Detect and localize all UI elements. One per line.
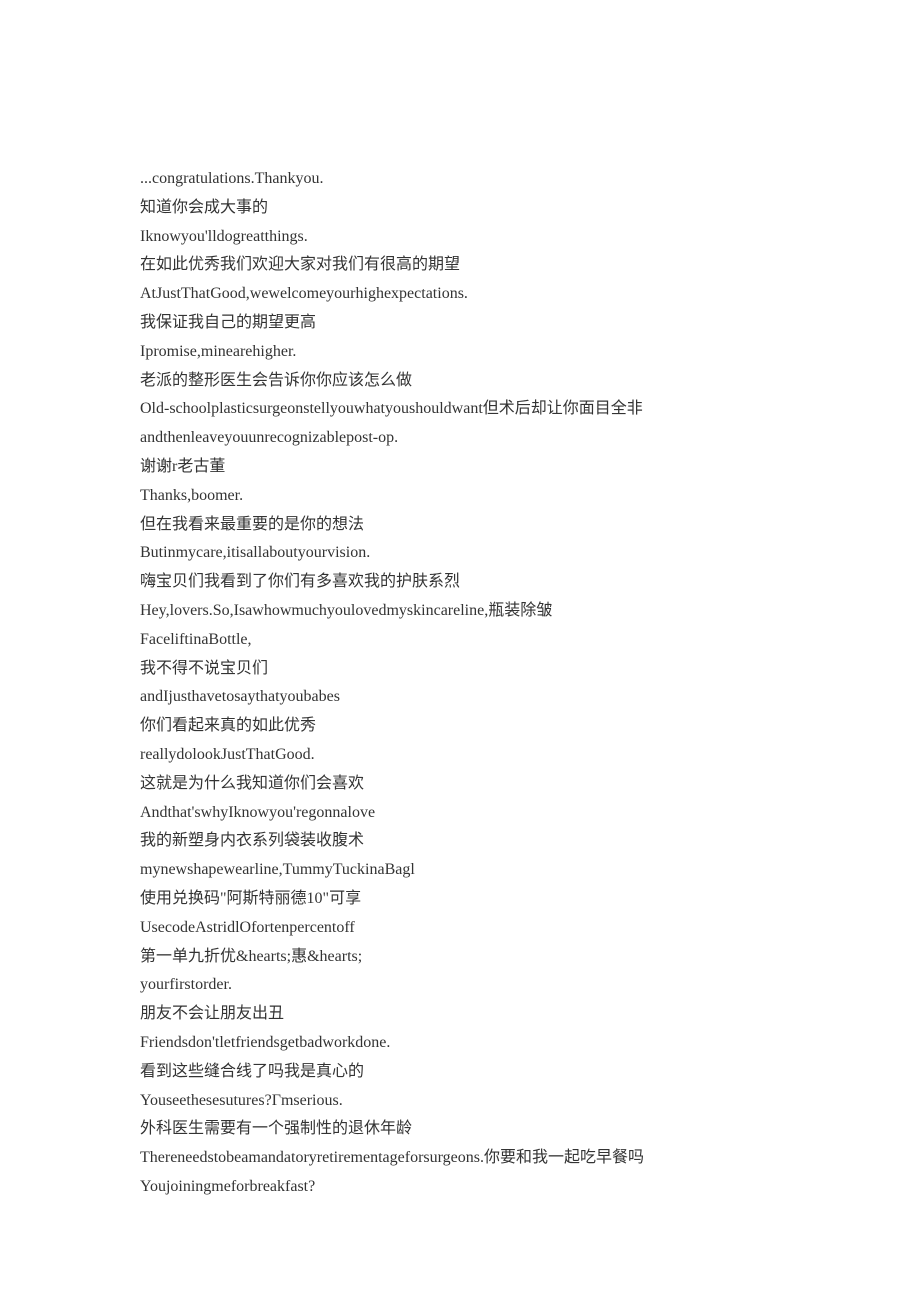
text-line: Ipromise,minearehigher. [140, 338, 780, 367]
text-line: UsecodeAstridlOfortenpercentoff [140, 914, 780, 943]
text-line: Old-schoolplasticsurgeonstellyouwhatyous… [140, 395, 780, 424]
text-line: AtJustThatGood,wewelcomeyourhighexpectat… [140, 280, 780, 309]
text-line: 我保证我自己的期望更高 [140, 309, 780, 338]
text-line: 我的新塑身内衣系列袋装收腹术 [140, 827, 780, 856]
text-line: FaceliftinaBottle, [140, 626, 780, 655]
text-line: Youseethesesutures?Гmserious. [140, 1087, 780, 1116]
text-line: 嗨宝贝们我看到了你们有多喜欢我的护肤系烈 [140, 568, 780, 597]
text-line: 你们看起来真的如此优秀 [140, 712, 780, 741]
text-line: Youjoiningmeforbreakfast? [140, 1173, 780, 1202]
text-line: 但在我看来最重要的是你的想法 [140, 511, 780, 540]
text-line: andthenleaveyouunrecognizablepost-op. [140, 424, 780, 453]
text-line: 这就是为什么我知道你们会喜欢 [140, 770, 780, 799]
text-line: mynewshapewearline,TummyTuckinaBagl [140, 856, 780, 885]
text-line: Butinmycare,itisallaboutyourvision. [140, 539, 780, 568]
text-line: 使用兑换码"阿斯特丽德10"可享 [140, 885, 780, 914]
text-line: 在如此优秀我们欢迎大家对我们有很高的期望 [140, 251, 780, 280]
text-line: andIjusthavetosaythatyoubabes [140, 683, 780, 712]
text-line: 知道你会成大事的 [140, 194, 780, 223]
text-line: 谢谢r老古董 [140, 453, 780, 482]
document-page: ...congratulations.Thankyou. 知道你会成大事的 Ik… [0, 0, 920, 1302]
text-line: 朋友不会让朋友出丑 [140, 1000, 780, 1029]
text-line: 我不得不说宝贝们 [140, 655, 780, 684]
text-line: reallydolookJustThatGood. [140, 741, 780, 770]
text-line: 外科医生需要有一个强制性的退休年龄 [140, 1115, 780, 1144]
text-line: Hey,lovers.So,Isawhowmuchyoulovedmyskinc… [140, 597, 780, 626]
text-line: Thereneedstobeamandatoryretirementagefor… [140, 1144, 780, 1173]
text-line: 看到这些缝合线了吗我是真心的 [140, 1058, 780, 1087]
text-line: 老派的整形医生会告诉你你应该怎么做 [140, 367, 780, 396]
text-line: Thanks,boomer. [140, 482, 780, 511]
text-line: Friendsdon'tletfriendsgetbadworkdone. [140, 1029, 780, 1058]
text-line: Iknowyou'lldogreatthings. [140, 223, 780, 252]
text-line: ...congratulations.Thankyou. [140, 165, 780, 194]
text-line: Andthat'swhyIknowyou'regonnalove [140, 799, 780, 828]
text-line: yourfirstorder. [140, 971, 780, 1000]
text-line: 第一单九折优&hearts;惠&hearts; [140, 943, 780, 972]
